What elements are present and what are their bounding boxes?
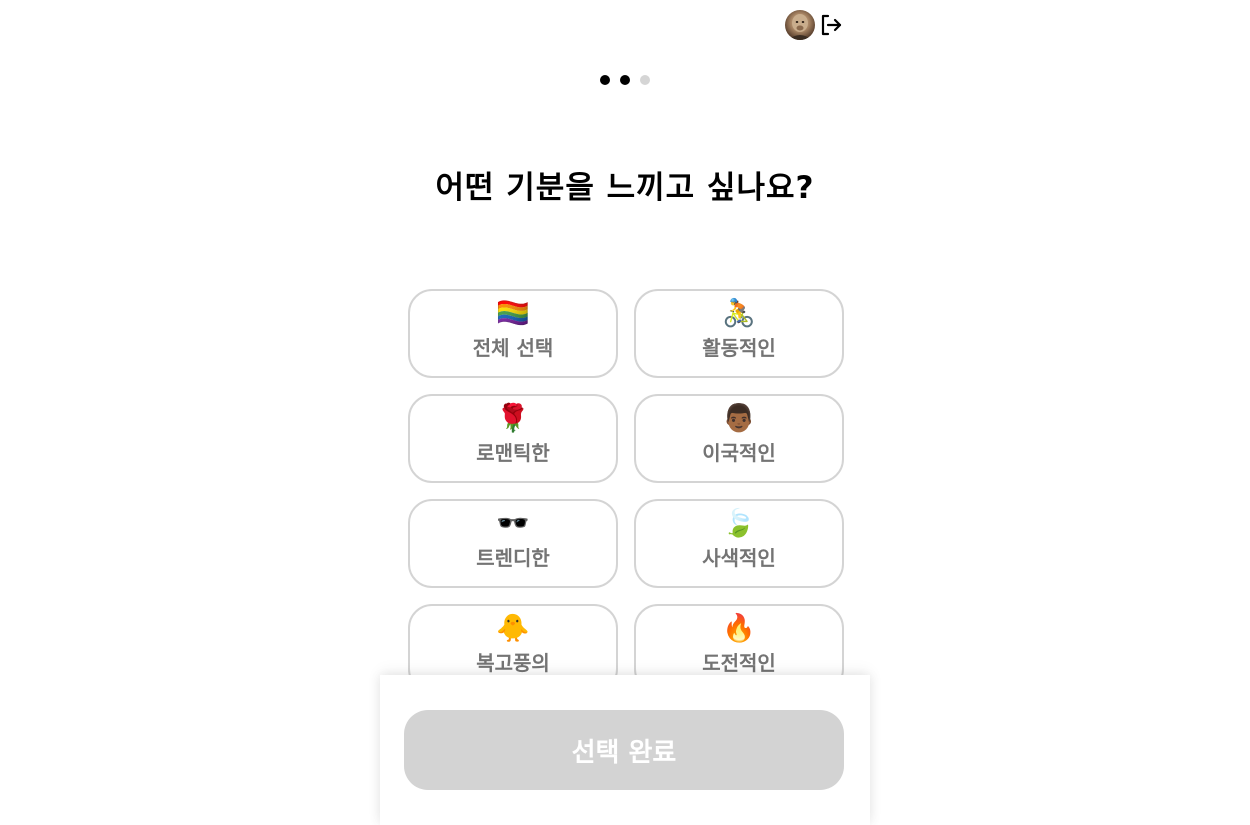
- step-dot-3: [640, 75, 650, 85]
- avatar[interactable]: [785, 10, 815, 40]
- mood-label: 로맨틱한: [476, 441, 550, 465]
- mood-label: 트렌디한: [476, 546, 550, 570]
- bottom-action-bar: 선택 완료: [380, 675, 870, 825]
- sunglasses-icon: 🕶️: [496, 508, 530, 539]
- mood-option-romantic[interactable]: 🌹 로맨틱한: [408, 394, 618, 483]
- mood-label: 사색적인: [702, 546, 776, 570]
- mood-option-active[interactable]: 🚴 활동적인: [634, 289, 844, 378]
- step-dot-1: [600, 75, 610, 85]
- mood-label: 도전적인: [702, 651, 776, 675]
- page-title: 어떤 기분을 느끼고 싶나요?: [435, 170, 815, 206]
- mood-label: 이국적인: [702, 441, 776, 465]
- rainbow-flag-icon: 🏳️‍🌈: [496, 298, 530, 329]
- man-face-icon: 👨🏾: [722, 403, 756, 434]
- mood-label: 전체 선택: [472, 336, 554, 360]
- chick-icon: 🐥: [496, 613, 530, 644]
- fire-icon: 🔥: [722, 613, 756, 644]
- rose-icon: 🌹: [496, 403, 530, 434]
- leaf-icon: 🍃: [722, 508, 756, 539]
- complete-selection-button[interactable]: 선택 완료: [404, 710, 844, 790]
- mood-option-trendy[interactable]: 🕶️ 트렌디한: [408, 499, 618, 588]
- mood-option-all[interactable]: 🏳️‍🌈 전체 선택: [408, 289, 618, 378]
- mood-label: 활동적인: [702, 336, 776, 360]
- mood-label: 복고풍의: [476, 651, 550, 675]
- mood-option-exotic[interactable]: 👨🏾 이국적인: [634, 394, 844, 483]
- step-dot-2: [620, 75, 630, 85]
- profile-photo-icon: [788, 14, 812, 40]
- mood-selection-page: 어떤 기분을 느끼고 싶나요? 🏳️‍🌈 전체 선택 🚴 활동적인 🌹 로맨틱한…: [0, 0, 1250, 825]
- step-indicator: [600, 75, 650, 85]
- mood-option-contemplative[interactable]: 🍃 사색적인: [634, 499, 844, 588]
- cyclist-icon: 🚴: [722, 298, 756, 329]
- logout-icon[interactable]: [819, 13, 843, 37]
- mood-grid: 🏳️‍🌈 전체 선택 🚴 활동적인 🌹 로맨틱한 👨🏾 이국적인 🕶️ 트렌디한…: [408, 289, 844, 693]
